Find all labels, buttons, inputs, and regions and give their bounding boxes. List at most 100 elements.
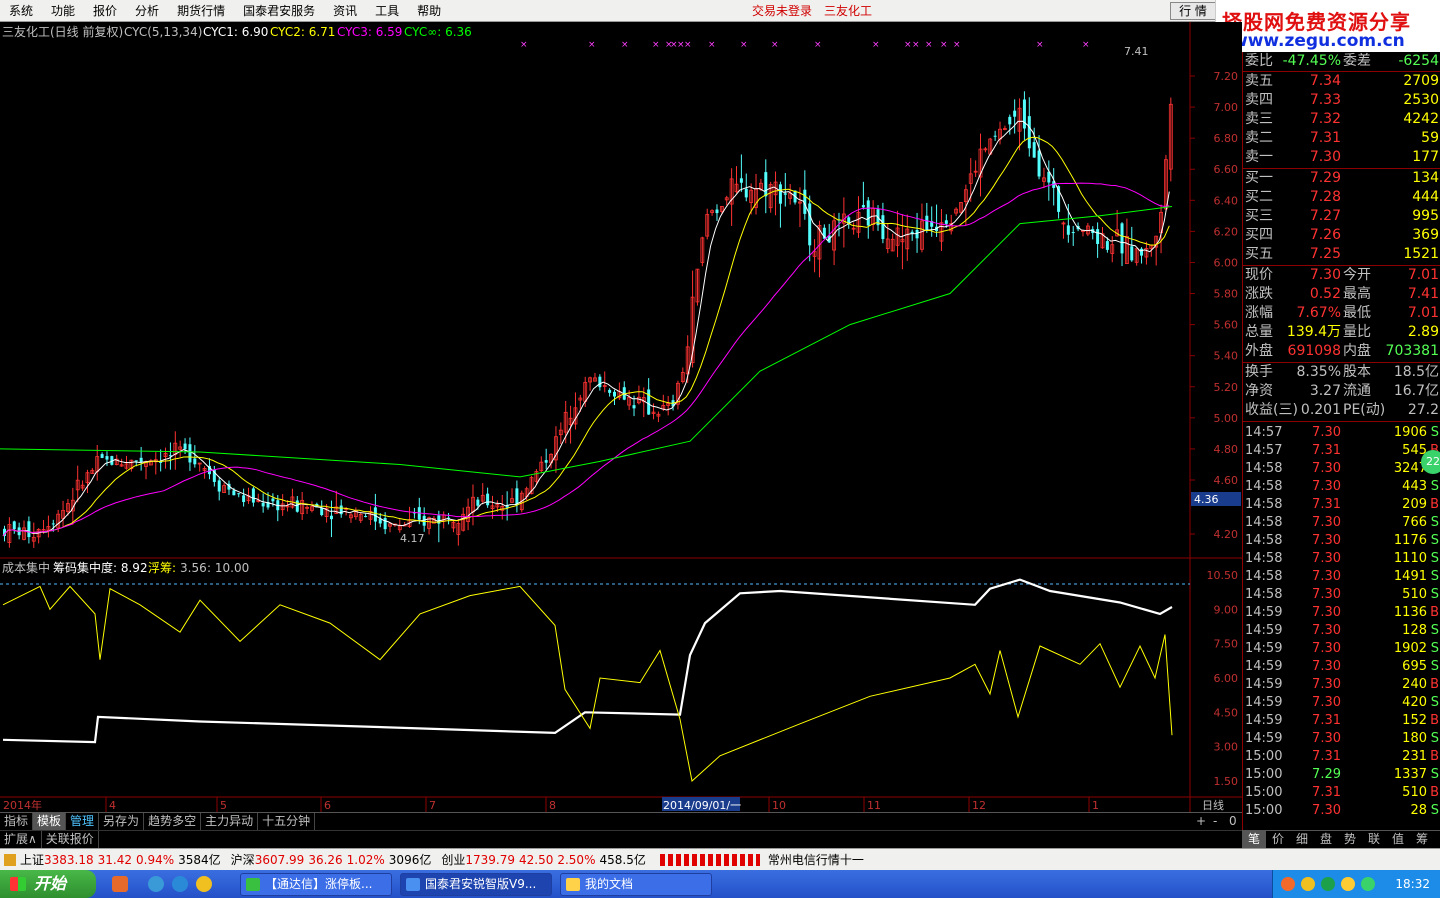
task-tdx[interactable]: 【通达信】涨停板... bbox=[240, 873, 392, 896]
news-ticker[interactable]: 常州电信行情十一 bbox=[768, 851, 864, 868]
candle-body bbox=[242, 495, 246, 503]
tab-indicator[interactable]: 指标 bbox=[0, 813, 34, 830]
concentration-value: 筹码集中度: 8.92 bbox=[53, 560, 148, 575]
candle-body bbox=[613, 391, 616, 397]
candle-body bbox=[1140, 248, 1144, 256]
tick-flag: S bbox=[1430, 659, 1439, 674]
tab-manage[interactable]: 管理 bbox=[66, 813, 100, 830]
buy-volume: 444 bbox=[1412, 189, 1439, 205]
tick-volume: 1136 bbox=[1393, 605, 1427, 620]
tick-price: 7.30 bbox=[1312, 803, 1341, 818]
status-bar: 上证 3383.18 31.42 0.94% 3584亿 沪深 3607.99 36.26 1.… bbox=[0, 848, 1440, 870]
tab-related-quote[interactable]: 关联报价 bbox=[42, 831, 99, 848]
status-icon[interactable] bbox=[4, 853, 16, 866]
tab-template[interactable]: 模板 bbox=[33, 813, 67, 830]
quote-tab[interactable]: 笔 bbox=[1242, 831, 1266, 848]
stat-value2: 2.89 bbox=[1407, 324, 1439, 340]
candle-body bbox=[515, 488, 519, 506]
tab-15min[interactable]: 十五分钟 bbox=[258, 813, 316, 830]
tab-save-as[interactable]: 另存为 bbox=[99, 813, 145, 830]
tab-expand[interactable]: 扩展∧ bbox=[0, 831, 42, 848]
notice-badge[interactable]: 22 bbox=[1421, 450, 1440, 474]
menu-system[interactable]: 系统 bbox=[0, 0, 42, 22]
candle-body bbox=[237, 493, 241, 495]
buy-label: 买五 bbox=[1245, 246, 1273, 262]
signal-marker: × bbox=[912, 40, 920, 50]
signal-marker: × bbox=[708, 40, 716, 50]
tick-time: 14:58 bbox=[1245, 587, 1283, 602]
quote-tab[interactable]: 联 bbox=[1362, 831, 1386, 848]
buy-volume: 369 bbox=[1412, 227, 1439, 243]
signal-marker: × bbox=[588, 40, 596, 50]
tick-flag: S bbox=[1430, 533, 1439, 548]
kline-chart-area[interactable]: 三友化工(日线 前复权) CYC(5,13,34) CYC1: 6.90 CYC… bbox=[0, 22, 1242, 812]
tick-price: 7.30 bbox=[1312, 695, 1341, 710]
menu-tools[interactable]: 工具 bbox=[366, 0, 408, 22]
tick-row: 15:00 7.30 28 S bbox=[1243, 802, 1440, 820]
signal-marker: × bbox=[520, 40, 528, 50]
quote-tab[interactable]: 值 bbox=[1386, 831, 1410, 848]
ie-icon[interactable] bbox=[148, 876, 164, 892]
quote-button[interactable]: 行 情 bbox=[1170, 2, 1216, 20]
candle-body bbox=[1096, 229, 1100, 244]
quicklaunch-app-icon[interactable] bbox=[112, 876, 128, 892]
watermark-url: www.zegu.com.cn bbox=[1232, 31, 1405, 51]
menu-function[interactable]: 功能 bbox=[42, 0, 84, 22]
tab-trend[interactable]: 趋势多空 bbox=[144, 813, 202, 830]
time-tick-label: 6 bbox=[324, 799, 331, 812]
sell-label: 卖二 bbox=[1245, 130, 1273, 146]
period-label[interactable]: 日线 bbox=[1202, 798, 1224, 812]
menu-help[interactable]: 帮助 bbox=[408, 0, 450, 22]
tray-shield-icon[interactable] bbox=[1361, 877, 1375, 891]
sell-price: 7.31 bbox=[1309, 130, 1341, 146]
signal-marker: × bbox=[621, 40, 629, 50]
index-chg: 36.26 bbox=[308, 852, 343, 867]
stat-label: 涨跌 bbox=[1245, 286, 1273, 302]
login-text[interactable]: 交易未登录 bbox=[752, 4, 812, 18]
menu-news[interactable]: 资讯 bbox=[324, 0, 366, 22]
candle-body bbox=[261, 502, 265, 507]
quote-tab[interactable]: 盘 bbox=[1314, 831, 1338, 848]
stat-label2: 股本 bbox=[1343, 364, 1371, 380]
menu-futures[interactable]: 期货行情 bbox=[168, 0, 234, 22]
app-icon[interactable] bbox=[196, 876, 212, 892]
kline-chart[interactable]: 三友化工(日线 前复权) CYC(5,13,34) CYC1: 6.90 CYC… bbox=[0, 22, 1242, 812]
tray-sound-icon[interactable] bbox=[1301, 877, 1315, 891]
tray-qq-icon[interactable] bbox=[1281, 877, 1295, 891]
candle-body bbox=[476, 499, 480, 506]
start-button[interactable]: 开始 bbox=[0, 870, 96, 898]
zoom-out-button[interactable]: - bbox=[1213, 813, 1217, 830]
zoom-in-button[interactable]: + bbox=[1196, 813, 1206, 830]
tray-security-icon[interactable] bbox=[1321, 877, 1335, 891]
sell-volume: 177 bbox=[1412, 149, 1439, 165]
tick-time: 14:58 bbox=[1245, 551, 1283, 566]
candle-body bbox=[217, 480, 221, 492]
candle-body bbox=[1120, 223, 1124, 254]
buy-label: 买一 bbox=[1245, 170, 1273, 186]
menu-quote[interactable]: 报价 bbox=[84, 0, 126, 22]
quote-tab[interactable]: 细 bbox=[1290, 831, 1314, 848]
extension-tabs: 扩展∧ 关联报价 bbox=[0, 830, 1242, 848]
tab-main-force[interactable]: 主力异动 bbox=[201, 813, 259, 830]
signal-marker: × bbox=[1082, 40, 1090, 50]
price-marker-label: 4.36 bbox=[1194, 493, 1219, 506]
tray-network-icon[interactable] bbox=[1341, 877, 1355, 891]
menu-service[interactable]: 国泰君安服务 bbox=[234, 0, 324, 22]
cyc3-value: CYC3: 6.59 bbox=[337, 25, 402, 39]
menu-analysis[interactable]: 分析 bbox=[126, 0, 168, 22]
quote-tab[interactable]: 筹 bbox=[1410, 831, 1434, 848]
divider bbox=[1243, 421, 1440, 422]
task-my-documents[interactable]: 我的文档 bbox=[560, 873, 712, 896]
chart-title: 三友化工(日线 前复权) bbox=[2, 24, 123, 39]
tick-price: 7.31 bbox=[1312, 497, 1341, 512]
signal-marker: × bbox=[872, 40, 880, 50]
browser-icon[interactable] bbox=[172, 876, 188, 892]
reset-button[interactable]: 0 bbox=[1229, 813, 1237, 830]
stat-row: 现价 7.30 今开 7.01 bbox=[1243, 266, 1440, 285]
quote-tab[interactable]: 价 bbox=[1266, 831, 1290, 848]
taskbar: 开始 【通达信】涨停板... 国泰君安锐智版V9... 我的文档 18:32 bbox=[0, 870, 1440, 898]
stat-label2: 最低 bbox=[1343, 305, 1371, 321]
tick-price: 7.30 bbox=[1312, 641, 1341, 656]
quote-tab[interactable]: 势 bbox=[1338, 831, 1362, 848]
task-gtja[interactable]: 国泰君安锐智版V9... bbox=[400, 873, 552, 896]
